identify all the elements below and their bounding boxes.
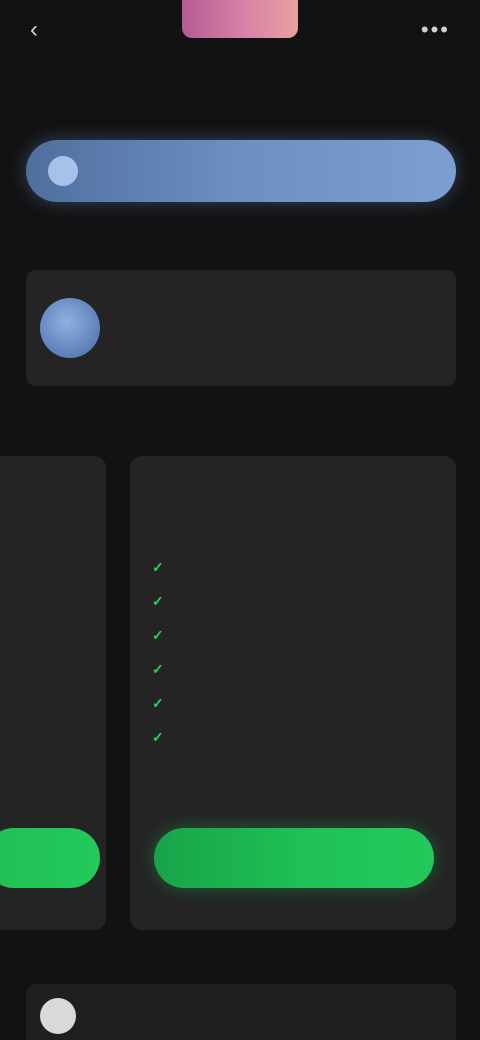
avatar [40,998,76,1034]
previous-plan-features [0,552,100,576]
check-icon: ✓ [152,660,164,677]
list-item: ✓ [152,618,442,652]
check-icon: ✓ [152,626,164,643]
check-icon: ✓ [152,694,164,711]
list-item: ✓ [152,584,442,618]
app-page: ‹ ••• ✓ ✓ ✓ ✓ ✓ ✓ [0,0,480,1040]
list-item: ✓ [152,550,442,584]
list-item: ✓ [152,686,442,720]
check-icon: ✓ [152,592,164,609]
bottom-list-item[interactable] [26,984,456,1040]
more-options-button[interactable]: ••• [340,12,450,48]
promo-banner[interactable] [26,140,456,202]
more-icon: ••• [420,17,450,42]
plan-cta-button[interactable] [154,828,434,888]
back-button[interactable]: ‹ [30,14,70,46]
chevron-left-icon: ‹ [30,16,38,43]
check-icon: ✓ [152,558,164,575]
list-item: ✓ [152,720,442,754]
avatar [40,298,100,358]
plan-feature-list: ✓ ✓ ✓ ✓ ✓ ✓ [152,550,442,754]
previous-plan-cta-button[interactable] [0,828,100,888]
header-artwork [182,0,298,38]
top-bar: ‹ ••• [0,0,480,110]
list-item: ✓ [152,652,442,686]
plan-card-current: ✓ ✓ ✓ ✓ ✓ ✓ [130,456,456,930]
account-card[interactable] [26,270,456,386]
plan-card-previous[interactable] [0,456,106,930]
check-icon: ✓ [152,728,164,745]
info-icon [48,156,78,186]
